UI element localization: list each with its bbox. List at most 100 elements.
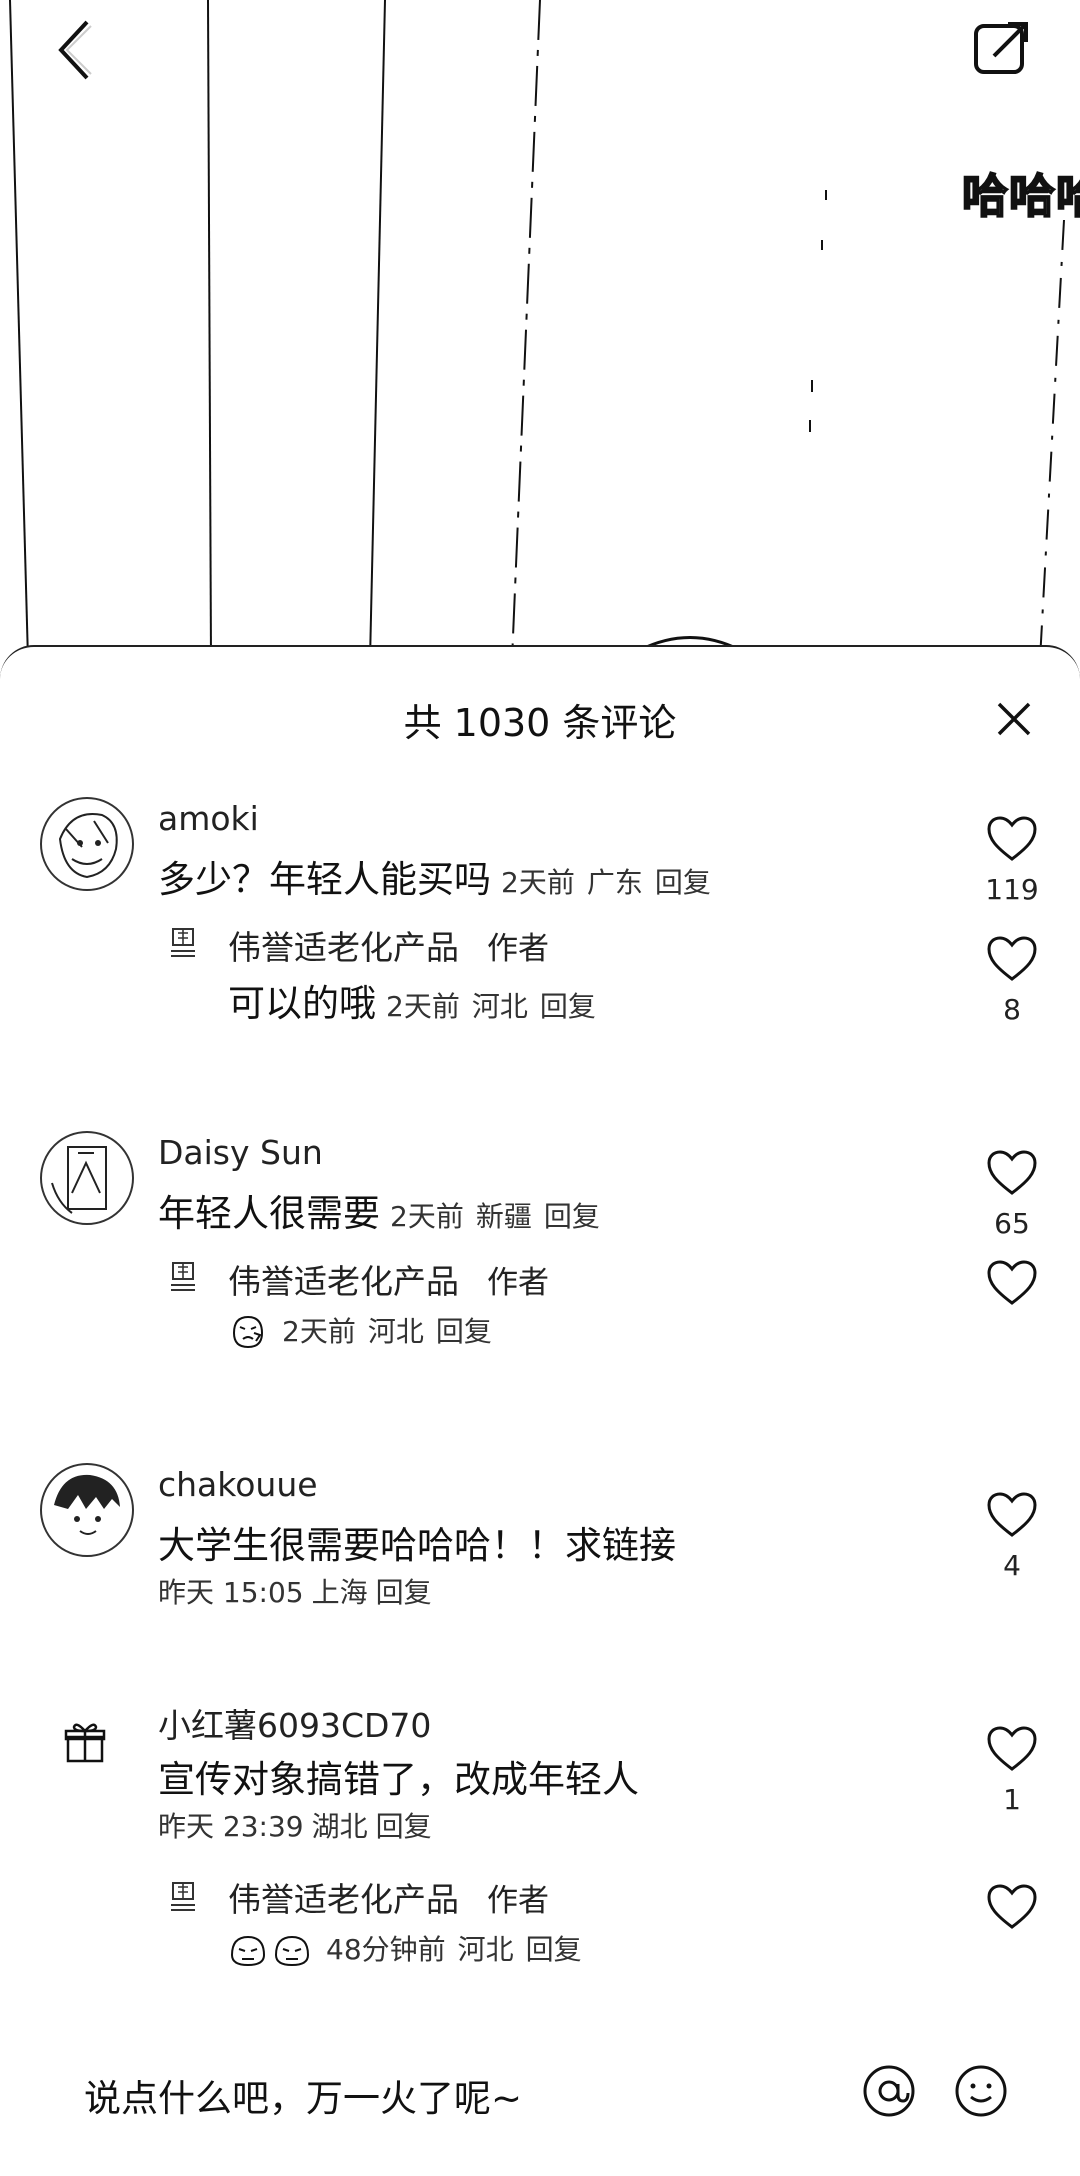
avatar[interactable]	[40, 797, 134, 891]
reply-author[interactable]: 伟誉适老化产品 作者	[228, 1255, 549, 1303]
reply-button[interactable]: 回复	[376, 1810, 432, 1843]
comment-location: 上海	[311, 1576, 368, 1609]
heart-outline-icon	[987, 1150, 1037, 1195]
share-button[interactable]	[960, 6, 1044, 90]
video-overlay-caption: 哈哈哈	[961, 168, 1080, 224]
reply-meta: 2天前 河北 回复	[386, 990, 608, 1023]
avatar[interactable]	[62, 1719, 108, 1765]
comment-time: 2天前	[501, 866, 575, 899]
comments-sheet: 共 1030 条评论 amoki 多少？年轻人能买吗2天前广东回复 119	[0, 645, 1080, 2176]
reply-time: 2天前	[386, 990, 460, 1023]
comments-header: 共 1030 条评论	[0, 687, 1080, 751]
reply-like-button[interactable]: 8	[980, 935, 1044, 1026]
comment-username[interactable]: amoki	[158, 799, 259, 838]
reply-button[interactable]: 回复	[544, 1200, 600, 1233]
video-preview[interactable]: 哈哈哈	[0, 0, 1080, 660]
sticker-emoji-icon	[274, 1935, 310, 1966]
reply-like-count: 8	[1003, 993, 1021, 1026]
like-button[interactable]: 119	[980, 815, 1044, 906]
reply-username[interactable]: 伟誉适老化产品	[228, 1880, 459, 1919]
sticker-emoji-icon	[232, 1315, 264, 1348]
comment-input-bar: 说点什么吧，万一火了呢~	[0, 2044, 1080, 2154]
sticker-emoji-icon	[230, 1935, 266, 1966]
author-badge: 作者	[487, 931, 549, 967]
at-icon	[863, 2065, 915, 2117]
reply-author[interactable]: 伟誉适老化产品 作者	[228, 921, 549, 969]
heart-outline-icon	[987, 1726, 1037, 1771]
author-logo[interactable]	[166, 1259, 200, 1293]
close-icon	[997, 702, 1031, 736]
like-button[interactable]: 1	[980, 1725, 1044, 1816]
reply-text: 48分钟前 河北 回复	[228, 1925, 594, 1969]
close-button[interactable]	[984, 689, 1044, 749]
reply-username[interactable]: 伟誉适老化产品	[228, 928, 459, 967]
reply-time: 48分钟前	[326, 1933, 446, 1966]
comment-text: 年轻人很需要 2天前 新疆 回复	[158, 1183, 612, 1237]
reply-text: 2天前 河北 回复	[228, 1307, 504, 1351]
reply-username[interactable]: 伟誉适老化产品	[228, 1262, 459, 1301]
like-count: 119	[985, 873, 1039, 906]
gift-icon	[64, 1723, 106, 1763]
reply-like-button[interactable]	[980, 1883, 1044, 1931]
comment-meta: 昨天 23:39 湖北 回复	[158, 1805, 440, 1845]
heart-outline-icon	[987, 1260, 1037, 1305]
brand-logo-icon	[171, 928, 195, 957]
video-frame-lines	[9, 0, 1065, 660]
avatar[interactable]	[40, 1131, 134, 1225]
like-count: 1	[1003, 1783, 1021, 1816]
heart-outline-icon	[987, 816, 1037, 861]
comment-time: 2天前	[390, 1200, 464, 1233]
reply-like-button[interactable]	[980, 1259, 1044, 1307]
comment-location: 广东	[586, 866, 643, 899]
avatar[interactable]	[40, 1463, 134, 1557]
brand-logo-icon	[171, 1882, 195, 1911]
reply-location: 河北	[457, 1933, 514, 1966]
reply-body: 可以的哦	[228, 982, 376, 1025]
user-avatar-image	[43, 1134, 131, 1222]
comment-text: 宣传对象搞错了，改成年轻人	[158, 1758, 639, 1801]
comment-body: 多少？年轻人能买吗	[158, 858, 491, 901]
user-avatar-image	[43, 800, 131, 888]
author-logo[interactable]	[166, 925, 200, 959]
reply-time: 2天前	[282, 1315, 356, 1348]
comment-username[interactable]: 小红薯6093CD70	[158, 1699, 431, 1747]
comment-text: 大学生很需要哈哈哈！！求链接	[158, 1524, 676, 1567]
comment-time: 昨天 15:05	[158, 1576, 304, 1609]
reply-location: 河北	[367, 1315, 424, 1348]
comment-body: 年轻人很需要	[158, 1192, 380, 1235]
comments-count-title: 共 1030 条评论	[403, 700, 677, 745]
heart-outline-icon	[987, 1884, 1037, 1929]
heart-outline-icon	[987, 1492, 1037, 1537]
mention-button[interactable]	[860, 2062, 918, 2120]
like-button[interactable]: 65	[980, 1149, 1044, 1240]
reply-location: 河北	[471, 990, 528, 1023]
comment-username[interactable]: Daisy Sun	[158, 1133, 323, 1172]
comment-text: 多少？年轻人能买吗 2天前 广东 回复	[158, 849, 723, 903]
reply-button[interactable]: 回复	[526, 1933, 582, 1966]
reply-button[interactable]: 回复	[376, 1576, 432, 1609]
share-external-icon	[974, 22, 1028, 74]
comment-input[interactable]: 说点什么吧，万一火了呢~	[84, 2068, 522, 2122]
reply-button[interactable]: 回复	[436, 1315, 492, 1348]
emoji-button[interactable]	[952, 2062, 1010, 2120]
comment-location: 湖北	[311, 1810, 368, 1843]
comment-username[interactable]: chakouue	[158, 1465, 318, 1504]
user-avatar-image	[43, 1466, 131, 1554]
reply-button[interactable]: 回复	[655, 866, 711, 899]
like-button[interactable]: 4	[980, 1491, 1044, 1582]
smiley-icon	[955, 2065, 1007, 2117]
brand-logo-icon	[171, 1262, 195, 1291]
reply-meta: 48分钟前 河北 回复	[326, 1933, 594, 1966]
author-logo[interactable]	[166, 1879, 200, 1913]
like-count: 4	[1003, 1549, 1021, 1582]
author-badge: 作者	[487, 1265, 549, 1301]
author-badge: 作者	[487, 1883, 549, 1919]
reply-text: 可以的哦 2天前 河北 回复	[228, 973, 608, 1027]
reply-meta: 2天前 河北 回复	[282, 1315, 504, 1348]
reply-author[interactable]: 伟誉适老化产品 作者	[228, 1873, 549, 1921]
back-button[interactable]	[40, 10, 110, 90]
like-count: 65	[994, 1207, 1030, 1240]
chevron-left-icon	[58, 20, 92, 80]
reply-button[interactable]: 回复	[540, 990, 596, 1023]
comment-meta: 2天前 新疆 回复	[390, 1200, 612, 1233]
